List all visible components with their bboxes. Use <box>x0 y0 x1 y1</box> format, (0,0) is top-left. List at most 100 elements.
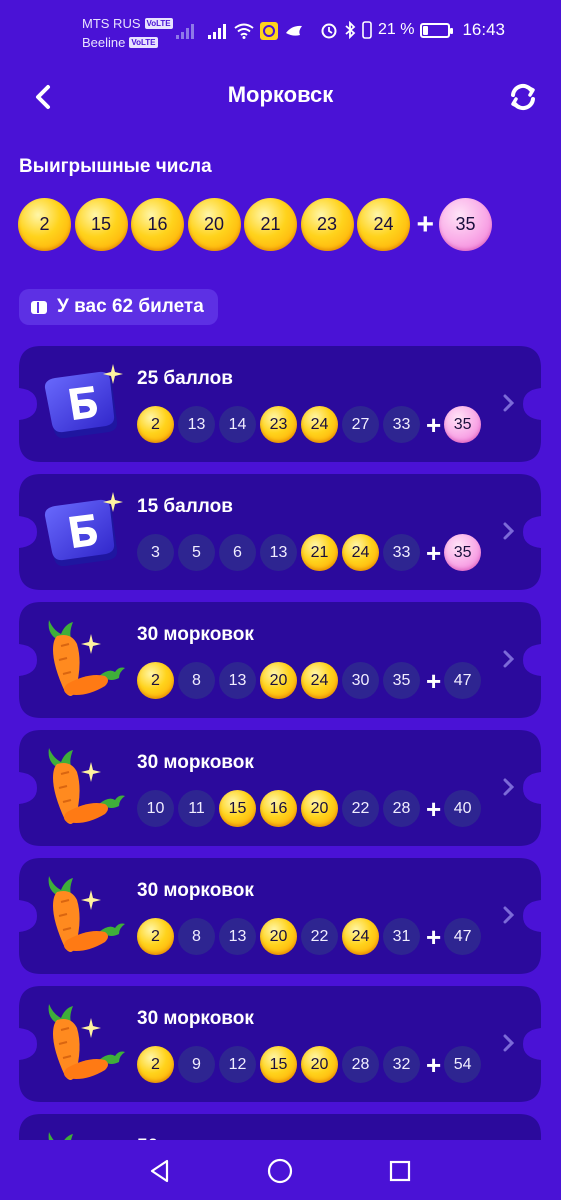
winning-number-ball: 24 <box>357 198 410 251</box>
ticket-number-ball: 31 <box>383 918 420 955</box>
b-points-icon <box>44 364 123 439</box>
ticket-number-ball: 2 <box>137 406 174 443</box>
battery-percent: 21 % <box>378 21 415 38</box>
ticket-number-ball: 23 <box>260 406 297 443</box>
prize-title: 25 баллов <box>137 368 233 389</box>
ticket-number-ball: 9 <box>178 1046 215 1083</box>
ticket-numbers-row: 2 9 12 15 20 28 32 +54 <box>137 1046 485 1083</box>
app-header: Морковск <box>0 72 561 122</box>
ticket-number-ball: 8 <box>178 662 215 699</box>
ticket-number-ball: 30 <box>342 662 379 699</box>
ticket-number-ball: 14 <box>219 406 256 443</box>
ticket-number-ball: 3 <box>137 534 174 571</box>
carrier-1-name: MTS RUS <box>82 16 141 31</box>
ticket-number-ball: 24 <box>342 918 379 955</box>
bluetooth-icon <box>345 21 356 39</box>
prize-image <box>39 620 139 700</box>
vibrate-icon <box>362 21 372 39</box>
ticket-card[interactable]: 15 баллов 3 5 6 13 21 24 33 +35 <box>19 474 541 590</box>
ticket-number-ball: 2 <box>137 918 174 955</box>
winning-number-ball: 20 <box>187 198 241 251</box>
chevron-right-icon <box>503 778 515 796</box>
ticket-number-ball: 20 <box>260 662 297 699</box>
chevron-right-icon <box>503 394 515 412</box>
ticket-numbers-row: 2 8 13 20 24 30 35 +47 <box>137 662 485 699</box>
ticket-number-ball: 33 <box>383 406 420 443</box>
prize-image <box>39 748 139 828</box>
ticket-number-ball: 20 <box>301 1046 338 1083</box>
alarm-icon <box>321 23 337 39</box>
ticket-card[interactable]: 30 морковок 2 8 13 20 22 24 31 +47 <box>19 858 541 974</box>
plus-sign: + <box>426 921 442 952</box>
ticket-card[interactable]: 25 баллов 2 13 14 23 24 27 33 +35 <box>19 346 541 462</box>
ticket-number-ball: 22 <box>301 918 338 955</box>
volte-badge: VoLTE <box>129 37 158 48</box>
system-nav-bar <box>0 1140 561 1200</box>
ticket-numbers-row: 10 11 15 16 20 22 28 +40 <box>137 790 485 827</box>
winning-number-ball: 23 <box>300 198 354 251</box>
ticket-number-ball: 20 <box>301 790 338 827</box>
ticket-number-ball: 35 <box>383 662 420 699</box>
chevron-right-icon <box>503 650 515 668</box>
winning-numbers-label: Выигрышные числа <box>19 156 212 177</box>
bird-icon <box>286 25 302 36</box>
volte-badge: VoLTE <box>144 18 173 29</box>
wifi-icon <box>234 23 254 39</box>
ticket-bonus-ball: 47 <box>444 662 482 699</box>
ticket-number-ball: 10 <box>137 790 174 827</box>
ticket-numbers-row: 2 13 14 23 24 27 33 +35 <box>137 406 485 443</box>
prize-title: 30 морковок <box>137 752 254 773</box>
ticket-number-ball: 24 <box>301 662 338 699</box>
ticket-bonus-ball: 54 <box>444 1046 482 1083</box>
ticket-icon <box>31 300 47 314</box>
status-bar: MTS RUS VoLTE Beeline VoLTE 21 % 16:43 <box>0 0 561 62</box>
signal-icon <box>176 24 194 39</box>
ticket-number-ball: 21 <box>301 534 338 571</box>
prize-title: 15 баллов <box>137 496 233 517</box>
ticket-number-ball: 33 <box>383 534 420 571</box>
ticket-number-ball: 32 <box>383 1046 420 1083</box>
ticket-number-ball: 28 <box>342 1046 379 1083</box>
prize-image <box>39 492 139 572</box>
prize-image <box>39 1004 139 1084</box>
ticket-number-ball: 13 <box>260 534 297 571</box>
prize-title: 30 морковок <box>137 880 254 901</box>
nav-home-button[interactable] <box>265 1156 295 1186</box>
ticket-number-ball: 28 <box>383 790 420 827</box>
ticket-card[interactable]: 30 морковок 2 8 13 20 24 30 35 +47 <box>19 602 541 718</box>
carrier-info: MTS RUS VoLTE Beeline VoLTE <box>82 14 173 52</box>
ticket-card[interactable]: 30 морковок 10 11 15 16 20 22 28 +40 <box>19 730 541 846</box>
ticket-number-ball: 11 <box>178 790 215 827</box>
refresh-icon <box>511 83 535 111</box>
ticket-bonus-ball: 47 <box>444 918 482 955</box>
chevron-right-icon <box>503 522 515 540</box>
plus-sign: + <box>416 207 435 241</box>
refresh-button[interactable] <box>505 79 541 115</box>
plus-sign: + <box>426 665 442 696</box>
status-right: 21 % 16:43 <box>320 20 505 40</box>
winning-number-ball: 16 <box>131 198 184 251</box>
ticket-card[interactable]: 30 морковок 2 9 12 15 20 28 32 +54 <box>19 986 541 1102</box>
battery-level <box>423 25 429 35</box>
ticket-bonus-ball: 35 <box>444 406 482 443</box>
app-notification-icon <box>260 22 278 40</box>
ticket-number-ball: 2 <box>137 662 174 699</box>
prize-title: 30 морковок <box>137 1008 254 1029</box>
ticket-number-ball: 8 <box>178 918 215 955</box>
nav-back-button[interactable] <box>145 1156 175 1186</box>
carrot-icon <box>48 876 125 952</box>
plus-sign: + <box>426 793 442 824</box>
winning-number-ball: 15 <box>74 198 128 251</box>
ticket-bonus-ball: 40 <box>444 790 482 827</box>
ticket-number-ball: 20 <box>260 918 297 955</box>
prize-image <box>39 364 139 444</box>
nav-recents-button[interactable] <box>385 1156 415 1186</box>
carrot-icon <box>48 748 125 824</box>
ticket-number-ball: 13 <box>219 918 256 955</box>
winning-number-ball: 2 <box>18 198 71 251</box>
plus-sign: + <box>426 537 442 568</box>
ticket-number-ball: 6 <box>219 534 256 571</box>
prize-title: 30 морковок <box>137 624 254 645</box>
page-title: Морковск <box>227 82 334 107</box>
winning-numbers-row: 2 15 16 20 21 23 24 +35 <box>18 198 496 251</box>
